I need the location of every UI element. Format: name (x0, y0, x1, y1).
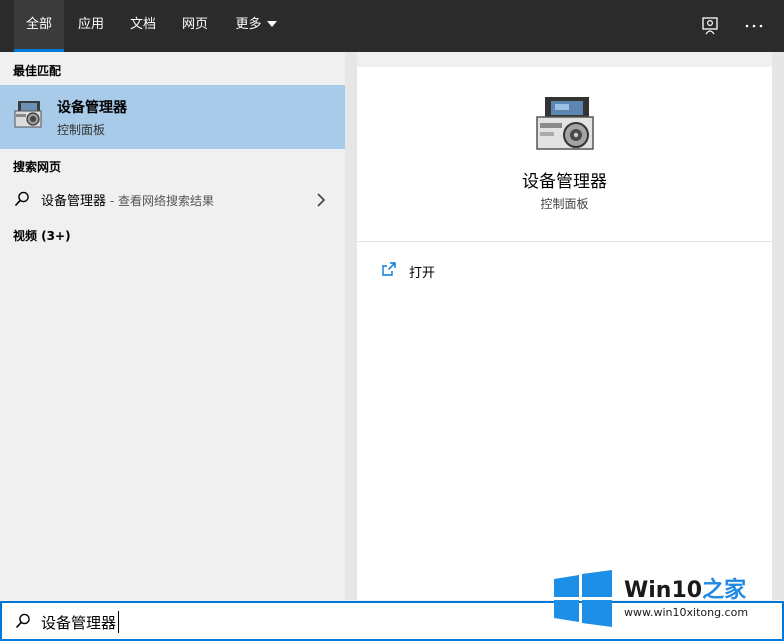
preview-title: 设备管理器 (522, 172, 607, 192)
watermark-url: www.win10xitong.com (624, 606, 749, 619)
best-match-item[interactable]: 设备管理器 控制面板 (0, 85, 345, 149)
pane-separator (345, 52, 357, 600)
best-match-label: 最佳匹配 (13, 64, 62, 78)
device-manager-icon (12, 99, 44, 135)
windows-logo-icon (552, 570, 614, 632)
videos-label[interactable]: 视频 (3+) (13, 227, 71, 244)
preview-subtitle: 控制面板 (540, 197, 589, 211)
watermark-brand: Win10之家 (624, 578, 747, 603)
chevron-right-icon[interactable] (315, 192, 327, 211)
chevron-down-icon (266, 21, 277, 27)
preview-pane: 设备管理器 控制面板 打开 (357, 67, 772, 600)
search-icon (13, 190, 31, 212)
watermark: Win10之家 www.win10xitong.com (548, 566, 784, 634)
divider (357, 241, 772, 242)
tab-web[interactable]: 网页 (174, 0, 216, 52)
search-icon (14, 612, 32, 634)
web-search-result[interactable]: 设备管理器 - 查看网络搜索结果 (0, 184, 345, 214)
feedback-icon[interactable] (697, 12, 725, 40)
pane-edge (772, 52, 784, 600)
search-input[interactable] (41, 609, 561, 635)
search-scope-bar: 全部 应用 文档 网页 更多 (0, 0, 784, 52)
web-search-label: 搜索网页 (13, 160, 62, 174)
open-action-label: 打开 (409, 266, 436, 281)
open-icon (381, 261, 397, 281)
open-action[interactable]: 打开 (377, 255, 577, 285)
results-pane: 最佳匹配 设备管理器 控制面板 搜索网页 设备管理器 - 查看网络搜索结果 视频… (0, 52, 345, 600)
web-search-hint: - 查看网络搜索结果 (106, 194, 214, 208)
tab-more[interactable]: 更多 (226, 0, 286, 52)
best-match-title: 设备管理器 (57, 100, 127, 116)
tab-documents[interactable]: 文档 (122, 0, 164, 52)
tab-apps[interactable]: 应用 (70, 0, 112, 52)
best-match-subtitle: 控制面板 (57, 123, 106, 137)
device-manager-icon (531, 95, 599, 159)
more-options-icon[interactable] (740, 12, 768, 40)
tab-all[interactable]: 全部 (14, 0, 64, 52)
web-search-query: 设备管理器 (41, 194, 107, 209)
text-cursor (118, 611, 119, 633)
